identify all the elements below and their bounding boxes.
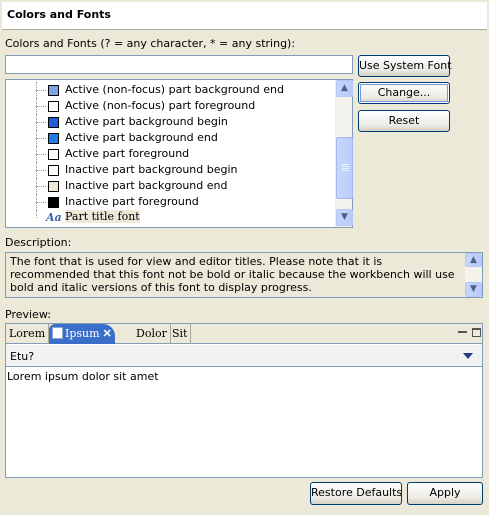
filter-label: Colors and Fonts (? = any character, * =…	[5, 37, 296, 50]
tab-ipsum[interactable]: Ipsum ✕	[49, 324, 115, 344]
scroll-thumb[interactable]	[336, 137, 353, 199]
combo-value: Etu?	[10, 350, 35, 363]
tree-line	[36, 90, 46, 91]
tree-item-label: Inactive part foreground	[65, 195, 199, 208]
color-swatch-icon	[48, 165, 59, 176]
desc-scroll-down[interactable]: ▼	[465, 282, 482, 297]
tree-item[interactable]: Active part background end	[6, 130, 336, 146]
tree-item-label: Active (non-focus) part foreground	[65, 99, 256, 112]
tree-item[interactable]: Inactive part background begin	[6, 162, 336, 178]
color-swatch-icon	[48, 85, 59, 96]
tree-item[interactable]: Active (non-focus) part foreground	[6, 98, 336, 114]
preview-label: Preview:	[5, 308, 51, 321]
tree-item-label: Active (non-focus) part background end	[65, 83, 284, 96]
dropdown-arrow-icon[interactable]	[463, 353, 473, 359]
tab-sit[interactable]: Sit	[169, 324, 192, 344]
tab-lorem-label: Lorem	[9, 327, 46, 340]
change-label: Change...	[377, 86, 431, 99]
tree-line	[36, 186, 46, 187]
preview-combo[interactable]	[6, 345, 482, 367]
tree-item[interactable]: Active part background begin	[6, 114, 336, 130]
tree-scrollbar[interactable]: ▲ ▼	[335, 80, 353, 227]
tree-item-label: Active part background begin	[65, 115, 228, 128]
tree-line	[36, 106, 46, 107]
tree-item-label: Inactive part background end	[65, 179, 228, 192]
use-system-font-button[interactable]: Use System Font	[358, 55, 452, 77]
colors-fonts-tree[interactable]: Active (non-focus) part background end Ac…	[5, 79, 353, 228]
tab-sit-label: Sit	[172, 327, 188, 340]
tree-item[interactable]: Inactive part foreground	[6, 194, 336, 210]
tree-item-label: Active part background end	[65, 131, 218, 144]
tab-ipsum-label: Ipsum	[65, 327, 100, 340]
tree-item[interactable]: Inactive part background end	[6, 178, 336, 194]
desc-scroll-up[interactable]: ▲	[465, 253, 482, 267]
tree-item-font[interactable]: Aa Part title font	[6, 210, 336, 226]
tree-line	[36, 210, 37, 218]
apply-label: Apply	[429, 486, 461, 499]
tab-dolor-label: Dolor	[136, 327, 167, 340]
tree-line	[36, 154, 46, 155]
tree-line	[36, 170, 46, 171]
scroll-up-button[interactable]: ▲	[336, 80, 353, 97]
reset-button[interactable]: Reset	[358, 110, 450, 132]
minimize-icon[interactable]	[458, 328, 467, 333]
restore-defaults-button[interactable]: Restore Defaults	[310, 482, 402, 505]
close-icon[interactable]: ✕	[103, 327, 112, 340]
color-swatch-icon	[48, 181, 59, 192]
scroll-down-button[interactable]: ▼	[336, 209, 353, 226]
tree-line	[36, 122, 46, 123]
color-swatch-icon	[48, 101, 59, 112]
maximize-icon[interactable]	[472, 328, 481, 337]
filter-input[interactable]	[5, 55, 353, 74]
tree-line	[36, 202, 46, 203]
color-swatch-icon	[48, 117, 59, 128]
apply-button[interactable]: Apply	[407, 482, 483, 505]
tree-item[interactable]: Active part foreground	[6, 146, 336, 162]
reset-label: Reset	[388, 114, 420, 127]
use-system-font-label: Use System Font	[359, 59, 452, 72]
change-button[interactable]: Change...	[358, 82, 450, 104]
description-scrollbar[interactable]: ▲ ▼	[465, 253, 482, 297]
page-title: Colors and Fonts	[7, 8, 111, 21]
preview-tab-bar: Lorem Ipsum ✕ Dolor Sit	[6, 324, 482, 344]
color-swatch-icon	[48, 133, 59, 144]
tree-line	[36, 138, 46, 139]
preview-content-text: Lorem ipsum dolor sit amet	[7, 370, 159, 383]
tree-item[interactable]: Active (non-focus) part background end	[6, 82, 336, 98]
document-icon	[52, 327, 63, 339]
tree-item-label: Active part foreground	[65, 147, 190, 160]
tree-item-label: Part title font	[65, 210, 140, 223]
font-icon: Aa	[46, 211, 62, 224]
color-swatch-icon	[48, 149, 59, 160]
color-swatch-icon	[48, 197, 59, 208]
restore-defaults-label: Restore Defaults	[311, 486, 403, 499]
tab-dolor[interactable]: Dolor	[133, 324, 171, 344]
tree-item-label: Inactive part background begin	[65, 163, 238, 176]
description-label: Description:	[5, 236, 72, 249]
tab-lorem[interactable]: Lorem	[6, 324, 50, 344]
description-text: The font that is used for view and edito…	[10, 255, 455, 294]
